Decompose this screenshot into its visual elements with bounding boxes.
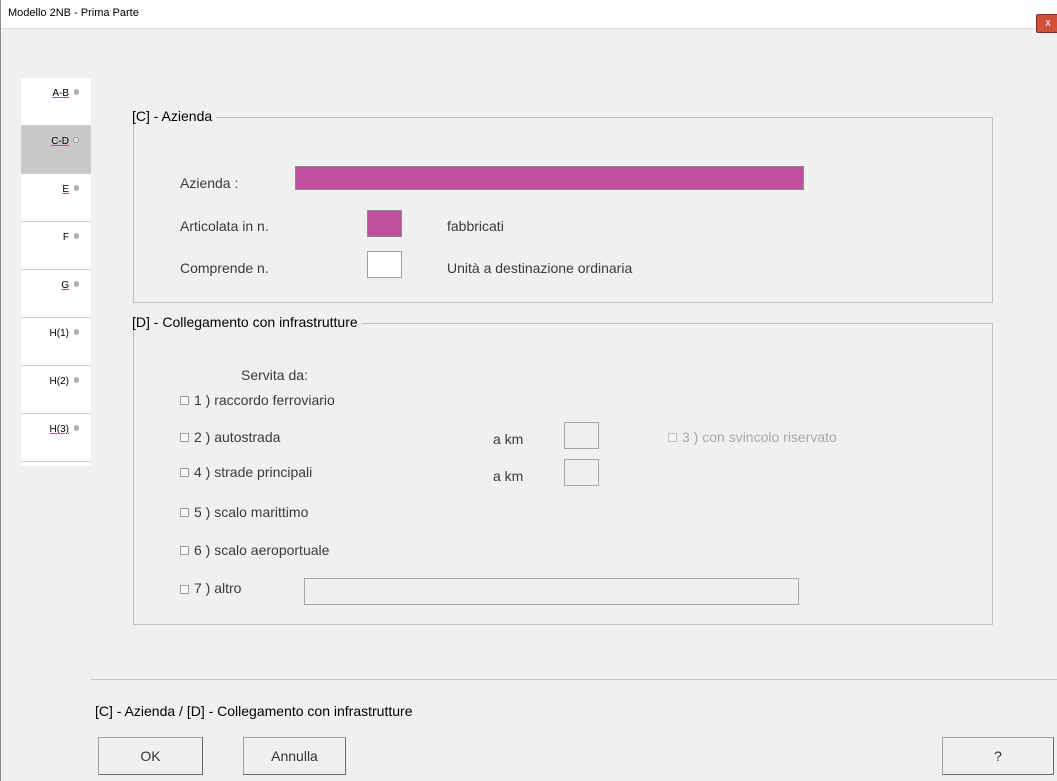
altro-input[interactable] xyxy=(304,578,799,605)
strade-km-input[interactable] xyxy=(564,459,599,486)
footer-divider xyxy=(91,679,1057,680)
title-bar: Modello 2NB - Prima Parte x xyxy=(1,0,1057,33)
strade-km-label: a km xyxy=(493,468,524,484)
tab-content-pane: [C] - Azienda Azienda : Articolata in n.… xyxy=(91,78,1057,678)
close-icon: x xyxy=(1045,17,1051,29)
tab-indicator-icon xyxy=(74,89,79,95)
tab-h1[interactable]: H(1) xyxy=(21,318,91,366)
tab-a-b[interactable]: A-B xyxy=(21,78,91,126)
autostrada-checkbox[interactable] xyxy=(180,433,189,442)
dialog-window: Modello 2NB - Prima Parte x A-B C-D E F … xyxy=(0,0,1057,781)
comprende-label: Comprende n. xyxy=(180,260,269,276)
ok-button[interactable]: OK xyxy=(98,737,203,775)
autostrada-km-label: a km xyxy=(493,431,524,447)
servita-label: Servita da: xyxy=(241,367,308,383)
tab-indicator-icon xyxy=(74,233,79,239)
tab-c-d[interactable]: C-D xyxy=(21,126,91,174)
azienda-input[interactable] xyxy=(295,166,804,190)
collegamento-group-legend: [D] - Collegamento con infrastrutture xyxy=(128,314,362,330)
scalo-marittimo-label: 5 ) scalo marittimo xyxy=(194,504,309,520)
tab-label: H(3) xyxy=(49,424,69,435)
strade-label: 4 ) strade principali xyxy=(194,464,313,480)
annulla-button[interactable]: Annulla xyxy=(243,737,346,775)
tab-indicator-icon xyxy=(74,377,79,383)
window-title: Modello 2NB - Prima Parte xyxy=(8,7,139,19)
autostrada-km-input[interactable] xyxy=(564,422,599,449)
scalo-aero-label: 6 ) scalo aeroportuale xyxy=(194,542,330,558)
tab-indicator-icon xyxy=(73,137,79,143)
autostrada-label: 2 ) autostrada xyxy=(194,429,281,445)
svincolo-label: 3 ) con svincolo riservato xyxy=(682,429,837,445)
side-tab-strip: A-B C-D E F G H(1) H(2) H(3) xyxy=(21,78,91,466)
footer-title: [C] - Azienda / [D] - Collegamento con i… xyxy=(95,703,413,719)
altro-label: 7 ) altro xyxy=(194,580,242,596)
help-button[interactable]: ? xyxy=(942,737,1054,775)
strade-checkbox[interactable] xyxy=(180,468,189,477)
tab-f[interactable]: F xyxy=(21,222,91,270)
tab-g[interactable]: G xyxy=(21,270,91,318)
comprende-input[interactable] xyxy=(367,251,402,278)
articolata-input[interactable] xyxy=(367,210,402,237)
tab-h2[interactable]: H(2) xyxy=(21,366,91,414)
tab-label: G xyxy=(61,280,69,291)
tab-indicator-icon xyxy=(74,329,79,335)
collegamento-group: [D] - Collegamento con infrastrutture Se… xyxy=(128,314,993,625)
altro-checkbox[interactable] xyxy=(180,585,189,594)
tab-label: A-B xyxy=(52,88,69,99)
tab-label: E xyxy=(62,184,69,195)
azienda-group-legend: [C] - Azienda xyxy=(128,108,217,124)
tab-h3[interactable]: H(3) xyxy=(21,414,91,462)
articolata-label: Articolata in n. xyxy=(180,218,269,234)
fabbricati-label: fabbricati xyxy=(447,218,504,234)
close-button[interactable]: x xyxy=(1036,14,1057,33)
scalo-marittimo-checkbox[interactable] xyxy=(180,508,189,517)
svincolo-checkbox[interactable] xyxy=(668,433,677,442)
azienda-label: Azienda : xyxy=(180,175,239,191)
tab-label: C-D xyxy=(51,136,69,147)
tab-label: H(1) xyxy=(49,328,69,339)
tab-label: H(2) xyxy=(49,376,69,387)
tab-e[interactable]: E xyxy=(21,174,91,222)
tab-indicator-icon xyxy=(74,281,79,287)
scalo-aero-checkbox[interactable] xyxy=(180,546,189,555)
unita-label: Unità a destinazione ordinaria xyxy=(447,260,633,276)
raccordo-label: 1 ) raccordo ferroviario xyxy=(194,392,335,408)
tab-label: F xyxy=(62,232,69,243)
tab-indicator-icon xyxy=(74,425,79,431)
raccordo-checkbox[interactable] xyxy=(180,396,189,405)
tab-indicator-icon xyxy=(74,185,79,191)
azienda-group: [C] - Azienda Azienda : Articolata in n.… xyxy=(128,108,993,303)
